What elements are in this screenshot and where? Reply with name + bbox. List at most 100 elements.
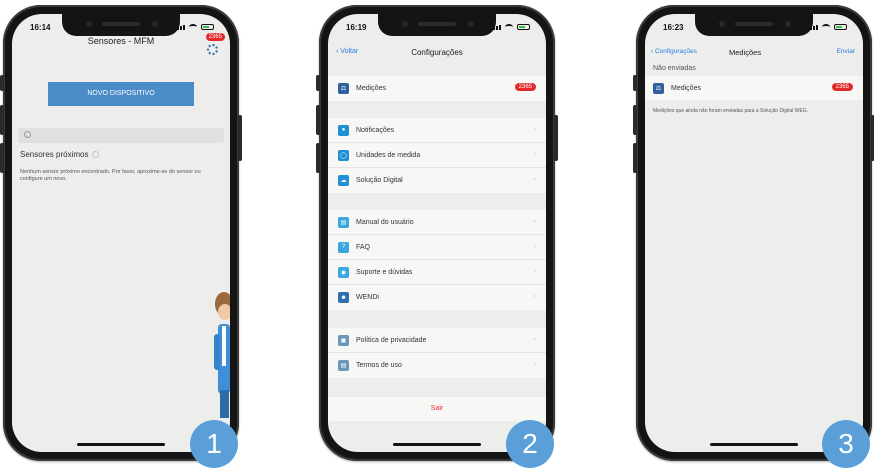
question-icon: ? xyxy=(338,241,349,253)
back-label: Voltar xyxy=(340,48,359,55)
list-item-label: Medições xyxy=(671,84,701,92)
list-item-measurements[interactable]: ⚖ Medições 2365 xyxy=(645,76,863,100)
page-title: Medições xyxy=(729,48,762,57)
step-3-badge: 3 xyxy=(822,420,870,468)
back-button[interactable]: ‹ Voltar xyxy=(336,48,358,55)
notification-badge: 2365 xyxy=(205,33,225,41)
camera-icon xyxy=(402,21,408,27)
nearby-sensors-label: Sensores próximos xyxy=(20,150,89,159)
mute-switch xyxy=(0,75,4,91)
power-button xyxy=(238,115,242,161)
speaker xyxy=(735,22,773,26)
page-title: Sensores - MFM xyxy=(87,36,155,46)
battery-icon xyxy=(834,24,847,30)
phone-1: 16:14 Sensores - MFM 2365 NOVO DISPOSITI… xyxy=(0,5,242,461)
phone-3: 16:23 ‹ Configurações Medições Enviar Nã… xyxy=(633,5,874,461)
menu-item-label: WENDi xyxy=(356,294,379,301)
camera-icon xyxy=(719,21,725,27)
loading-spinner-icon xyxy=(92,151,100,159)
volume-up-button xyxy=(0,105,4,135)
status-time: 16:14 xyxy=(30,23,51,32)
page-title: Configurações xyxy=(411,48,463,57)
notch xyxy=(378,14,496,36)
home-indicator xyxy=(393,443,481,446)
scale-icon: ⚖ xyxy=(338,83,349,94)
menu-item-label: FAQ xyxy=(356,243,371,251)
gear-icon[interactable] xyxy=(207,44,218,55)
menu-item-label: Notificações xyxy=(356,126,395,134)
menu-item-measurements[interactable]: ⚖ Medições 2365 xyxy=(328,76,546,101)
settings-group: ● Notificações › ◯ Unidades de medida › … xyxy=(328,118,546,193)
volume-down-button xyxy=(316,143,320,173)
signal-icon xyxy=(490,25,501,30)
battery-icon xyxy=(517,24,530,30)
camera-icon xyxy=(86,21,92,27)
nearby-sensors-heading: Sensores próximos xyxy=(20,150,100,159)
chevron-right-icon: › xyxy=(533,293,536,300)
menu-item-label: Suporte e dúvidas xyxy=(356,268,413,276)
measurements-group: ⚖ Medições 2365 xyxy=(328,76,546,101)
logout-button[interactable]: Sair xyxy=(328,397,546,421)
phone-2: 16:19 Configurações ‹ Voltar ⚖ Medições … xyxy=(316,5,558,461)
back-label: Configurações xyxy=(654,48,697,55)
screen-sensors: 16:14 Sensores - MFM 2365 NOVO DISPOSITI… xyxy=(12,14,230,452)
mute-switch xyxy=(633,75,637,91)
menu-item-user-manual[interactable]: ▤ Manual do usuário › xyxy=(328,210,546,235)
signal-icon xyxy=(807,25,818,30)
privacy-icon: ▣ xyxy=(338,334,349,346)
legal-group: ▣ Política de privacidade › ▤ Termos de … xyxy=(328,328,546,378)
empty-state-message: Nenhum sensor próximo encontrado. Por fa… xyxy=(20,169,201,183)
send-button[interactable]: Enviar xyxy=(837,48,855,55)
scale-icon: ⚖ xyxy=(653,82,664,94)
menu-item-wendi[interactable]: ☻ WENDi › xyxy=(328,285,546,310)
status-icons xyxy=(174,24,214,30)
wifi-icon xyxy=(189,24,197,30)
sensor-icon xyxy=(785,21,791,27)
new-device-button[interactable]: NOVO DISPOSITIVO xyxy=(48,82,194,106)
menu-item-support[interactable]: ◉ Suporte e dúvidas › xyxy=(328,260,546,285)
bell-icon: ● xyxy=(338,124,349,136)
document-icon: ▤ xyxy=(338,360,349,371)
volume-up-button xyxy=(633,105,637,135)
back-button[interactable]: ‹ Configurações xyxy=(651,48,697,55)
menu-item-privacy-policy[interactable]: ▣ Política de privacidade › xyxy=(328,328,546,353)
menu-item-faq[interactable]: ? FAQ › xyxy=(328,235,546,260)
wendi-icon: ☻ xyxy=(338,292,349,303)
menu-item-terms-of-use[interactable]: ▤ Termos de uso › xyxy=(328,353,546,378)
home-indicator xyxy=(77,443,165,446)
help-group: ▤ Manual do usuário › ? FAQ › ◉ Suporte … xyxy=(328,210,546,310)
chevron-right-icon: › xyxy=(533,218,536,225)
search-input[interactable] xyxy=(18,128,224,143)
status-time: 16:19 xyxy=(346,23,367,32)
wifi-icon xyxy=(505,24,513,30)
speaker xyxy=(418,22,456,26)
sensor-icon xyxy=(468,21,474,27)
measure-icon: ◯ xyxy=(338,149,349,161)
menu-item-label: Medições xyxy=(356,85,386,92)
pending-note: Medições que ainda não foram enviadas pa… xyxy=(653,108,809,114)
menu-item-label: Solução Digital xyxy=(356,177,403,184)
step-1-badge: 1 xyxy=(190,420,238,468)
screen-settings: 16:19 Configurações ‹ Voltar ⚖ Medições … xyxy=(328,14,546,452)
menu-item-label: Unidades de medida xyxy=(356,151,421,159)
measurements-count-badge: 2365 xyxy=(831,83,853,91)
notch xyxy=(62,14,180,36)
chevron-right-icon: › xyxy=(533,243,536,250)
speaker xyxy=(102,22,140,26)
home-indicator xyxy=(710,443,798,446)
menu-item-digital-solution[interactable]: ☁ Solução Digital › xyxy=(328,168,546,193)
globe-icon: ◉ xyxy=(338,266,349,278)
menu-item-units[interactable]: ◯ Unidades de medida › xyxy=(328,143,546,168)
book-icon: ▤ xyxy=(338,216,349,228)
status-icons xyxy=(807,24,847,30)
cloud-icon: ☁ xyxy=(338,175,349,186)
notch xyxy=(695,14,813,36)
wifi-icon xyxy=(822,24,830,30)
menu-item-label: Manual do usuário xyxy=(356,218,414,226)
chevron-right-icon: › xyxy=(533,268,536,275)
mute-switch xyxy=(316,75,320,91)
signal-icon xyxy=(174,25,185,30)
menu-item-notifications[interactable]: ● Notificações › xyxy=(328,118,546,143)
screen-measurements: 16:23 ‹ Configurações Medições Enviar Nã… xyxy=(645,14,863,452)
status-icons xyxy=(490,24,530,30)
